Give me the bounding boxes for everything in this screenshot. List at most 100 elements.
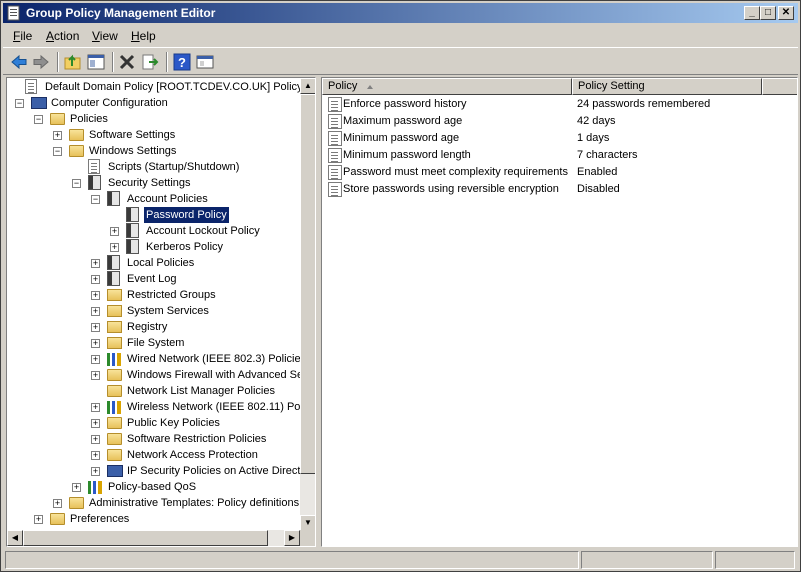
folder-icon [69, 145, 84, 157]
network-policy-icon [88, 481, 102, 494]
expand-icon[interactable]: + [91, 307, 100, 316]
expand-icon[interactable]: + [110, 227, 119, 236]
expand-icon[interactable]: + [91, 467, 100, 476]
tree-item-label: Default Domain Policy [ROOT.TCDEV.CO.UK]… [45, 81, 303, 93]
delete-icon[interactable] [117, 52, 137, 72]
collapse-icon[interactable]: − [15, 99, 24, 108]
tree-item-label: File System [127, 337, 185, 349]
back-arrow-icon[interactable] [9, 52, 29, 72]
policy-setting-icon [328, 182, 342, 197]
help-icon[interactable]: ? [172, 52, 192, 72]
column-header-filler [762, 78, 797, 95]
policy-setting-icon [328, 148, 342, 163]
toolbar-separator [112, 52, 114, 72]
menu-view[interactable]: View [92, 29, 118, 43]
security-settings-icon [107, 255, 120, 270]
expand-icon[interactable]: + [91, 435, 100, 444]
menu-help[interactable]: Help [131, 29, 156, 43]
expand-icon[interactable]: + [72, 483, 81, 492]
forward-arrow-icon[interactable] [31, 52, 51, 72]
export-list-icon[interactable] [140, 52, 160, 72]
scroll-right-button[interactable]: ▶ [284, 530, 300, 546]
table-row[interactable]: Enforce password history 24 passwords rem… [322, 96, 797, 113]
show-hide-tree-icon[interactable] [86, 52, 106, 72]
column-header-policy-setting[interactable]: Policy Setting [572, 78, 762, 95]
network-policy-icon [107, 401, 121, 414]
minimize-button[interactable]: _ [744, 6, 760, 20]
scroll-up-button[interactable]: ▲ [300, 78, 315, 94]
security-settings-icon [126, 207, 139, 222]
folder-icon [50, 113, 65, 125]
menu-action[interactable]: Action [46, 29, 79, 43]
title-bar[interactable]: Group Policy Management Editor _ □ ✕ [3, 3, 798, 23]
policy-setting-value: 7 characters [577, 149, 638, 161]
properties-icon[interactable] [195, 52, 215, 72]
expand-icon[interactable]: + [91, 339, 100, 348]
expand-icon[interactable]: + [91, 323, 100, 332]
menu-file[interactable]: File [13, 29, 32, 43]
tree-item-label: Wired Network (IEEE 802.3) Policies [127, 353, 307, 365]
expand-icon[interactable]: + [34, 515, 43, 524]
scroll-thumb[interactable] [300, 94, 315, 474]
up-folder-icon[interactable] [63, 52, 83, 72]
folder-icon [69, 497, 84, 509]
sort-ascending-icon [367, 85, 373, 89]
expand-icon[interactable]: + [91, 355, 100, 364]
table-row[interactable]: Minimum password age 1 days [322, 130, 797, 147]
details-list[interactable]: Policy Policy Setting Enforce password h… [321, 77, 798, 547]
hscroll-thumb[interactable] [23, 530, 268, 546]
secured-folder-icon [107, 305, 122, 317]
policy-name: Minimum password age [343, 132, 460, 144]
folder-icon [107, 449, 122, 461]
expand-icon[interactable]: + [91, 419, 100, 428]
tree-item-label: Event Log [127, 273, 177, 285]
status-cell-3 [715, 551, 795, 569]
expand-icon[interactable]: + [91, 291, 100, 300]
tree-item-label: Windows Firewall with Advanced Sec [127, 369, 309, 381]
table-row[interactable]: Password must meet complexity requiremen… [322, 164, 797, 181]
security-settings-icon [107, 271, 120, 286]
tree-item-label: Policy-based QoS [108, 481, 197, 493]
expand-icon[interactable]: + [91, 371, 100, 380]
toolbar-separator [166, 52, 168, 72]
collapse-icon[interactable]: − [53, 147, 62, 156]
close-button[interactable]: ✕ [778, 6, 794, 20]
scroll-down-button[interactable]: ▼ [300, 515, 315, 531]
security-settings-icon [126, 239, 139, 254]
table-row[interactable]: Maximum password age 42 days [322, 113, 797, 130]
expand-icon[interactable]: + [53, 499, 62, 508]
expand-icon[interactable]: + [91, 275, 100, 284]
security-settings-icon [88, 175, 101, 190]
collapse-icon[interactable]: − [91, 195, 100, 204]
table-row[interactable]: Minimum password length 7 characters [322, 147, 797, 164]
policy-setting-icon [328, 97, 342, 112]
tree-item-label: Local Policies [127, 257, 195, 269]
expand-icon[interactable]: + [53, 131, 62, 140]
status-cell-main [5, 551, 579, 569]
policy-document-icon [88, 159, 100, 174]
expand-icon[interactable]: + [91, 403, 100, 412]
tree-item-label: Computer Configuration [51, 97, 168, 109]
maximize-button[interactable]: □ [760, 6, 776, 20]
scroll-left-button[interactable]: ◀ [7, 530, 23, 546]
gpme-window: Group Policy Management Editor _ □ ✕ Fil… [0, 0, 801, 572]
collapse-icon[interactable]: − [72, 179, 81, 188]
tree-horizontal-scrollbar[interactable]: ◀ ▶ [7, 530, 300, 546]
tree-vertical-scrollbar[interactable]: ▲ ▼ [300, 78, 315, 531]
table-row[interactable]: Store passwords using reversible encrypt… [322, 181, 797, 198]
tree-item-label: Password Policy [143, 206, 230, 224]
policy-name: Password must meet complexity requiremen… [343, 166, 568, 178]
status-bar [3, 550, 798, 570]
secured-folder-icon [107, 321, 122, 333]
tree-item-label: Preferences [70, 513, 130, 525]
expand-icon[interactable]: + [91, 259, 100, 268]
column-header-policy[interactable]: Policy [322, 78, 572, 95]
computer-icon [31, 97, 47, 109]
tree-item-label: Software Restriction Policies [127, 433, 267, 445]
expand-icon[interactable]: + [91, 451, 100, 460]
tree-item-label: Restricted Groups [127, 289, 216, 301]
expand-icon[interactable]: + [110, 243, 119, 252]
computer-icon [107, 465, 123, 477]
console-tree[interactable]: Default Domain Policy [ROOT.TCDEV.CO.UK]… [6, 77, 316, 547]
collapse-icon[interactable]: − [34, 115, 43, 124]
